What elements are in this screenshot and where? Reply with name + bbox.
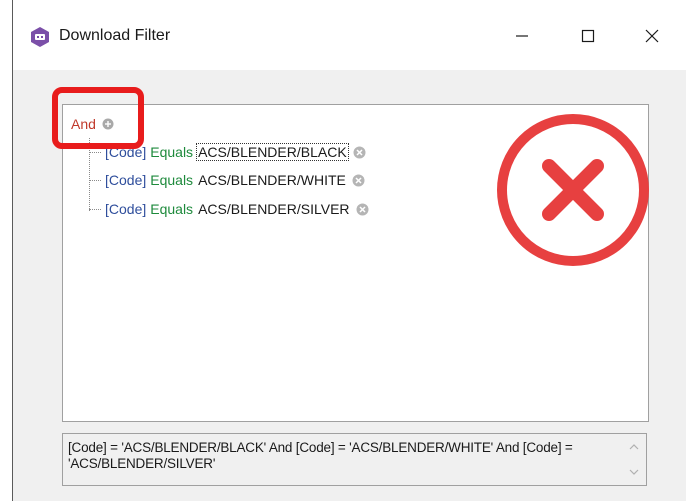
close-button[interactable]: [629, 14, 675, 58]
condition-row[interactable]: [Code] Equals ACS/BLENDER/SILVER: [89, 199, 369, 219]
download-filter-window: Download Filter And [Code] Equals ACS/BL…: [12, 0, 686, 501]
tree-branch-line: [89, 179, 101, 181]
plus-circle-icon[interactable]: [102, 118, 114, 130]
condition-field[interactable]: [Code]: [105, 201, 146, 217]
remove-circle-icon[interactable]: [352, 174, 365, 187]
condition-value[interactable]: ACS/BLENDER/BLACK: [196, 143, 349, 161]
scroll-up-icon[interactable]: [628, 442, 640, 452]
tree-root-node[interactable]: And: [71, 116, 114, 132]
scroll-down-icon[interactable]: [628, 467, 640, 477]
condition-row[interactable]: [Code] Equals ACS/BLENDER/BLACK: [89, 142, 366, 162]
tree-branch-line: [89, 208, 101, 210]
minimize-button[interactable]: [499, 14, 545, 58]
minimize-icon: [516, 35, 528, 37]
remove-circle-icon[interactable]: [353, 146, 366, 159]
condition-field[interactable]: [Code]: [105, 144, 146, 160]
condition-row[interactable]: [Code] Equals ACS/BLENDER/WHITE: [89, 170, 365, 190]
filter-tree-panel[interactable]: And [Code] Equals ACS/BLENDER/BLACK [Cod…: [62, 104, 649, 422]
tree-branch-line: [89, 151, 101, 153]
maximize-icon: [581, 29, 595, 43]
condition-operator[interactable]: Equals: [150, 172, 193, 188]
condition-field[interactable]: [Code]: [105, 172, 146, 188]
remove-circle-icon[interactable]: [356, 203, 369, 216]
maximize-button[interactable]: [565, 14, 611, 58]
title-bar: Download Filter: [13, 0, 686, 70]
background-left: [0, 0, 12, 501]
condition-operator[interactable]: Equals: [150, 201, 193, 217]
expression-preview-box[interactable]: [Code] = 'ACS/BLENDER/BLACK' And [Code] …: [62, 433, 647, 486]
condition-value[interactable]: ACS/BLENDER/WHITE: [197, 172, 347, 188]
group-operator-and[interactable]: And: [71, 116, 96, 132]
expression-text: [Code] = 'ACS/BLENDER/BLACK' And [Code] …: [68, 440, 573, 471]
close-icon: [645, 29, 659, 43]
condition-operator[interactable]: Equals: [150, 144, 193, 160]
window-title: Download Filter: [59, 27, 171, 44]
app-logo-icon: [29, 26, 51, 48]
condition-value[interactable]: ACS/BLENDER/SILVER: [197, 201, 350, 217]
